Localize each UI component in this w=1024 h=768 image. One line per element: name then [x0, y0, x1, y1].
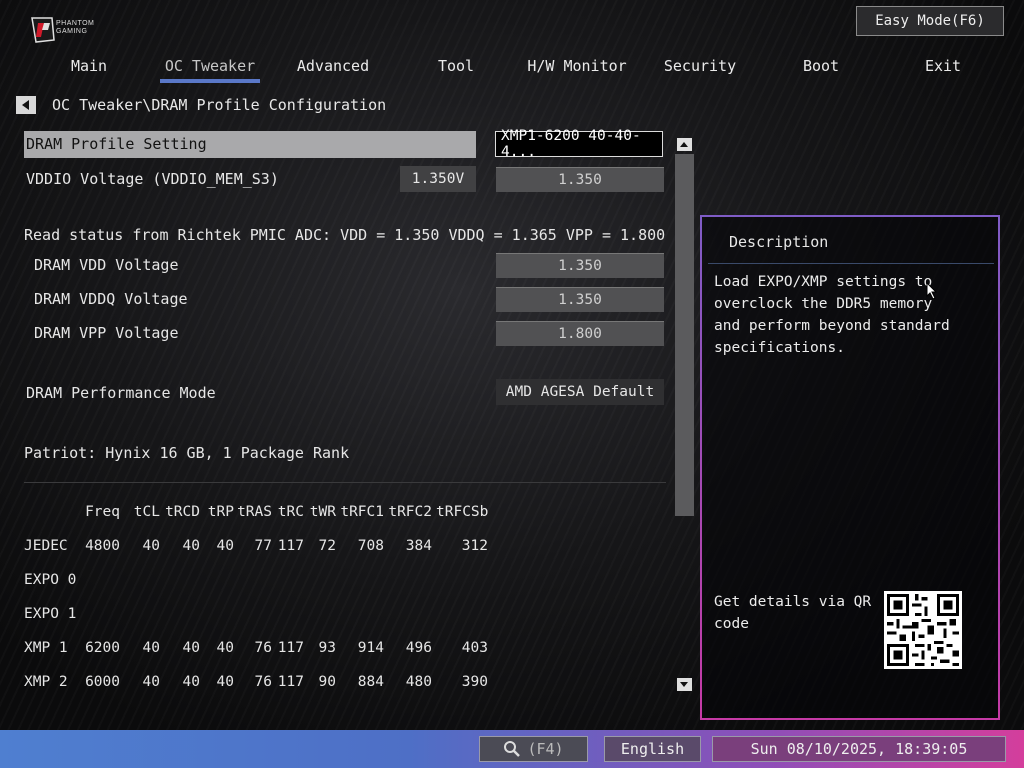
- back-arrow-icon[interactable]: [16, 96, 36, 114]
- tab-oc-tweaker[interactable]: OC Tweaker: [155, 52, 265, 83]
- col-header-trp: tRP: [207, 504, 234, 520]
- dram-profile-setting-label: DRAM Profile Setting: [26, 135, 207, 153]
- dram-profile-setting-dropdown[interactable]: XMP1-6200 40-40-4...: [495, 128, 663, 160]
- qr-details-text: Get details via QR code: [714, 594, 872, 632]
- timing-cell: 72: [318, 538, 336, 554]
- logo-text: PHANTOM GAMING: [56, 20, 94, 36]
- dram-vddq-voltage-field[interactable]: 1.350: [496, 287, 664, 312]
- timing-cell: 117: [277, 538, 304, 554]
- col-header-trc: tRC: [277, 504, 304, 520]
- col-header-trfc1: tRFC1: [340, 504, 384, 520]
- timing-cell: 117: [277, 674, 304, 690]
- language-button[interactable]: English: [604, 736, 701, 762]
- timing-cell: 403: [461, 640, 488, 656]
- main-nav: Main OC Tweaker Advanced Tool H/W Monito…: [0, 52, 1024, 83]
- timing-cell: 708: [357, 538, 384, 554]
- divider: [24, 482, 666, 483]
- qr-code-icon: [884, 591, 962, 669]
- dram-performance-mode-label: DRAM Performance Mode: [26, 384, 216, 402]
- dram-vdd-voltage-label: DRAM VDD Voltage: [34, 256, 179, 274]
- logo-text-line1: PHANTOM: [56, 20, 95, 27]
- timing-row-name: JEDEC: [24, 538, 68, 554]
- timing-row-name: EXPO 1: [24, 606, 77, 622]
- col-header-trcd: tRCD: [165, 504, 200, 520]
- dram-vdd-voltage-field[interactable]: 1.350: [496, 253, 664, 278]
- timing-cell: 90: [318, 674, 336, 690]
- timing-cell: 6000: [85, 674, 120, 690]
- tab-advanced[interactable]: Advanced: [278, 52, 388, 80]
- dram-vpp-voltage-field[interactable]: 1.800: [496, 321, 664, 346]
- timing-cell: 4800: [85, 538, 120, 554]
- timing-cell: 480: [405, 674, 432, 690]
- col-header-tcl: tCL: [133, 504, 160, 520]
- tab-tool[interactable]: Tool: [401, 52, 511, 80]
- vddio-voltage-label: VDDIO Voltage (VDDIO_MEM_S3): [26, 170, 279, 188]
- tab-hw-monitor[interactable]: H/W Monitor: [522, 52, 632, 80]
- timing-row-name: XMP 1: [24, 640, 68, 656]
- timing-cell: 40: [182, 640, 200, 656]
- timing-cell: 884: [357, 674, 384, 690]
- timing-cell: 40: [142, 640, 160, 656]
- timing-cell: 40: [216, 674, 234, 690]
- timing-cell: 76: [254, 640, 272, 656]
- scrollbar-thumb[interactable]: [675, 154, 694, 516]
- dram-vpp-voltage-label: DRAM VPP Voltage: [34, 324, 179, 342]
- col-header-trfcsb: tRFCSb: [436, 504, 489, 520]
- dram-performance-mode-dropdown[interactable]: AMD AGESA Default: [496, 379, 664, 405]
- vddio-current-value: 1.350V: [400, 166, 476, 192]
- timing-cell: 40: [182, 674, 200, 690]
- timing-cell: 40: [216, 538, 234, 554]
- col-header-trfc2: tRFC2: [388, 504, 432, 520]
- timing-cell: 40: [216, 640, 234, 656]
- timing-row-name: XMP 2: [24, 674, 68, 690]
- description-title: Description: [729, 233, 829, 251]
- mouse-cursor-icon: [926, 282, 938, 300]
- timing-cell: 390: [461, 674, 488, 690]
- timing-cell: 117: [277, 640, 304, 656]
- tab-boot[interactable]: Boot: [766, 52, 876, 80]
- tab-exit[interactable]: Exit: [888, 52, 998, 80]
- timing-cell: 77: [254, 538, 272, 554]
- timing-cell: 914: [357, 640, 384, 656]
- timing-cell: 93: [318, 640, 336, 656]
- timing-cell: 496: [405, 640, 432, 656]
- col-header-tras: tRAS: [237, 504, 272, 520]
- search-icon: [504, 741, 521, 757]
- timing-row-name: EXPO 0: [24, 572, 77, 588]
- memory-module-info: Patriot: Hynix 16 GB, 1 Package Rank: [24, 444, 350, 462]
- search-button[interactable]: (F4): [479, 736, 588, 762]
- easy-mode-button[interactable]: Easy Mode(F6): [856, 6, 1004, 36]
- datetime-display[interactable]: Sun 08/10/2025, 18:39:05: [712, 736, 1006, 762]
- scroll-up-arrow-icon[interactable]: [677, 138, 692, 151]
- timing-cell: 40: [182, 538, 200, 554]
- col-header-twr: tWR: [309, 504, 336, 520]
- scroll-down-arrow-icon[interactable]: [677, 678, 692, 691]
- col-header-freq: Freq: [85, 504, 120, 520]
- timing-cell: 384: [405, 538, 432, 554]
- tab-main[interactable]: Main: [34, 52, 144, 80]
- vddio-voltage-field[interactable]: 1.350: [496, 167, 664, 192]
- tab-security[interactable]: Security: [645, 52, 755, 80]
- timing-cell: 312: [461, 538, 488, 554]
- timing-cell: 40: [142, 674, 160, 690]
- pmic-status-text: Read status from Richtek PMIC ADC: VDD =…: [24, 226, 666, 244]
- dram-vddq-voltage-label: DRAM VDDQ Voltage: [34, 290, 188, 308]
- timing-cell: 40: [142, 538, 160, 554]
- search-shortcut-label: (F4): [527, 740, 564, 758]
- logo-text-line2: GAMING: [56, 28, 88, 35]
- timing-cell: 76: [254, 674, 272, 690]
- description-divider: [708, 263, 994, 264]
- breadcrumb: OC Tweaker\DRAM Profile Configuration: [52, 96, 387, 114]
- timing-cell: 6200: [85, 640, 120, 656]
